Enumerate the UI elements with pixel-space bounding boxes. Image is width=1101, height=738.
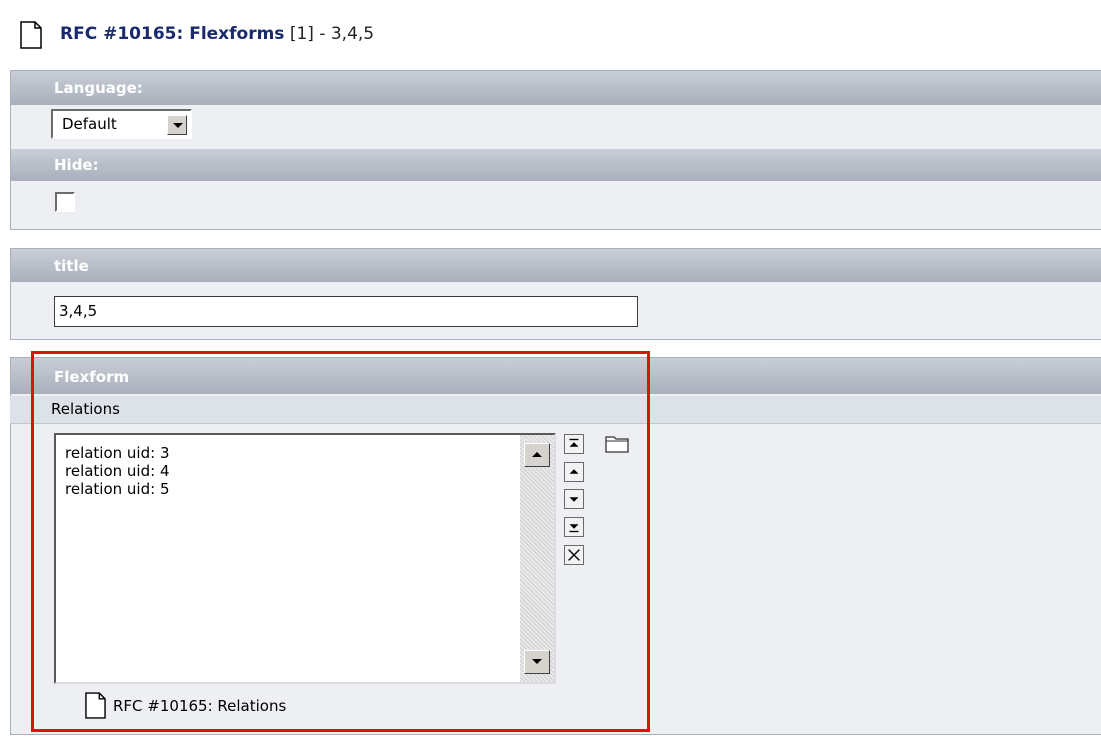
record-title: RFC #10165: Flexforms [1] - 3,4,5 bbox=[60, 24, 374, 44]
listbox-scrollbar[interactable] bbox=[520, 435, 554, 682]
title-input[interactable]: 3,4,5 bbox=[54, 296, 638, 327]
folder-icon[interactable] bbox=[605, 433, 629, 453]
title-label: title bbox=[54, 257, 89, 275]
relation-item[interactable]: relation uid: 5 bbox=[65, 480, 170, 498]
related-record-label[interactable]: RFC #10165: Relations bbox=[113, 697, 286, 715]
record-header: RFC #10165: Flexforms [1] - 3,4,5 bbox=[0, 0, 1101, 70]
relations-label: Relations bbox=[51, 400, 120, 418]
language-label: Language: bbox=[54, 79, 143, 97]
move-to-top-icon[interactable] bbox=[564, 434, 584, 454]
remove-icon[interactable] bbox=[564, 545, 584, 565]
general-panel: Language: Hide: bbox=[10, 70, 1101, 230]
record-title-suffix: [1] - 3,4,5 bbox=[289, 24, 375, 44]
scroll-down-button[interactable] bbox=[524, 650, 550, 674]
scroll-up-button[interactable] bbox=[524, 443, 550, 467]
move-down-icon[interactable] bbox=[564, 489, 584, 509]
document-icon[interactable] bbox=[20, 21, 42, 49]
relations-listbox[interactable]: relation uid: 3 relation uid: 4 relation… bbox=[54, 433, 556, 684]
hide-checkbox[interactable] bbox=[55, 192, 75, 212]
move-up-icon[interactable] bbox=[564, 462, 584, 482]
relation-item[interactable]: relation uid: 3 bbox=[65, 444, 170, 462]
language-bar: Language: bbox=[11, 71, 1101, 105]
relation-item[interactable]: relation uid: 4 bbox=[65, 462, 170, 480]
flexform-bar: Flexform bbox=[11, 358, 1101, 394]
language-selected-value: Default bbox=[62, 115, 117, 133]
relations-section-bar: Relations bbox=[10, 396, 1101, 424]
flexform-label: Flexform bbox=[54, 368, 130, 386]
move-to-bottom-icon[interactable] bbox=[564, 517, 584, 537]
hide-label: Hide: bbox=[54, 156, 99, 174]
title-bar: title bbox=[11, 249, 1101, 282]
language-select[interactable]: Default bbox=[51, 109, 192, 139]
record-title-link[interactable]: RFC #10165: Flexforms bbox=[60, 24, 284, 44]
hide-bar: Hide: bbox=[11, 149, 1101, 181]
dropdown-arrow-icon[interactable] bbox=[167, 115, 187, 135]
document-icon[interactable] bbox=[85, 692, 106, 719]
